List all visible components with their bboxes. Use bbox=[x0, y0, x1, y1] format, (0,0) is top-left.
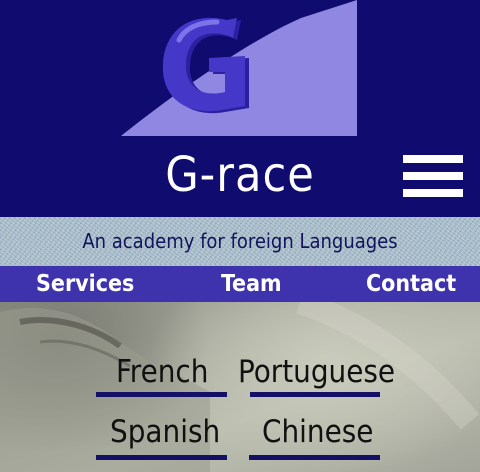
language-portuguese[interactable]: Portuguese bbox=[238, 354, 395, 390]
french-underline bbox=[96, 392, 227, 397]
site-header: G-race bbox=[0, 0, 480, 217]
language-french[interactable]: French bbox=[116, 354, 208, 390]
tagline: An academy for foreign Languages bbox=[82, 229, 398, 253]
language-spanish[interactable]: Spanish bbox=[110, 414, 220, 450]
main-nav: Services Team Contact bbox=[0, 266, 480, 302]
hamburger-menu-icon[interactable] bbox=[403, 155, 463, 197]
hero-section: French Portuguese Spanish Chinese bbox=[0, 302, 480, 472]
portuguese-underline bbox=[250, 392, 380, 397]
tagline-band: An academy for foreign Languages bbox=[0, 217, 480, 266]
language-chinese[interactable]: Chinese bbox=[262, 414, 373, 450]
logo[interactable] bbox=[121, 0, 357, 136]
chinese-underline bbox=[249, 455, 380, 460]
nav-team-link[interactable]: Team bbox=[221, 266, 282, 302]
nav-services-link[interactable]: Services bbox=[36, 266, 134, 302]
nav-contact-link[interactable]: Contact bbox=[366, 266, 456, 302]
logo-g-icon bbox=[162, 17, 249, 114]
spanish-underline bbox=[96, 455, 227, 460]
